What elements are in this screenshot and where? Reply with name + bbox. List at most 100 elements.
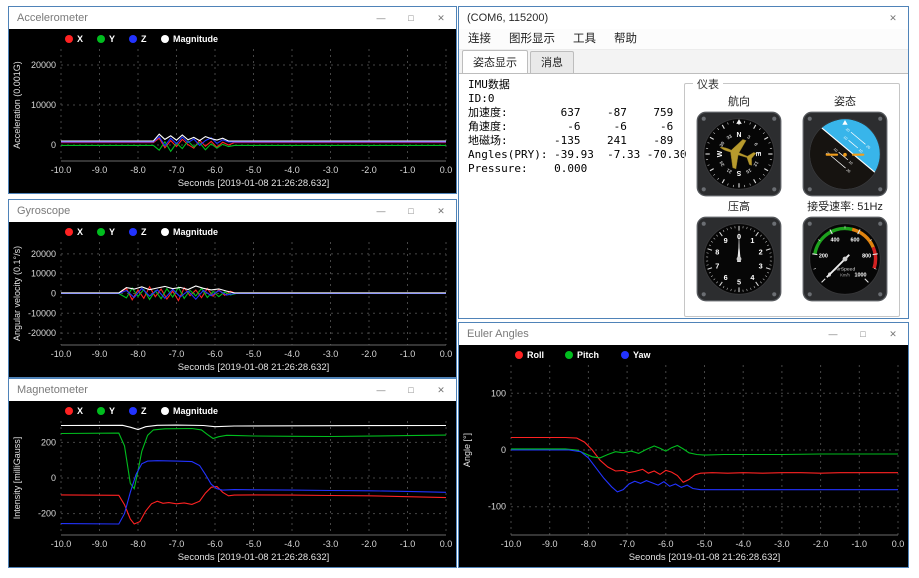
- tab-messages[interactable]: 消息: [530, 51, 574, 73]
- svg-text:Angular velocity (0.1°/s): Angular velocity (0.1°/s): [12, 246, 22, 341]
- svg-text:-10.0: -10.0: [501, 539, 522, 549]
- menu-graph-display[interactable]: 图形显示: [500, 29, 564, 49]
- svg-text:Acceleration (0.001G): Acceleration (0.001G): [12, 61, 22, 149]
- minimize-button[interactable]: —: [366, 7, 396, 29]
- desktop: { "chrome": { "minimize": "—", "maximize…: [0, 0, 919, 578]
- svg-text:-2.0: -2.0: [361, 539, 377, 549]
- svg-text:1: 1: [750, 236, 754, 245]
- euler-titlebar[interactable]: Euler Angles — □ ✕: [459, 323, 908, 345]
- maximize-button[interactable]: □: [848, 323, 878, 345]
- svg-text:20000: 20000: [31, 60, 56, 70]
- magnetometer-chart: -10.0 -9.0 -8.0 -7.0 -6.0 -5.0 -4.0 -3.0 -2.0 -1.…: [9, 401, 456, 567]
- close-button[interactable]: ✕: [426, 7, 456, 29]
- svg-text:0: 0: [51, 473, 56, 483]
- minimize-button[interactable]: —: [366, 379, 396, 401]
- svg-text:-1.0: -1.0: [400, 349, 416, 359]
- magnetometer-titlebar[interactable]: Magnetometer — □ ✕: [9, 379, 456, 401]
- svg-text:-3.0: -3.0: [323, 539, 339, 549]
- altimeter-gauge: 0123456789: [696, 216, 782, 302]
- svg-text:-2.0: -2.0: [813, 539, 829, 549]
- main-window-title: (COM6, 115200): [467, 12, 549, 24]
- svg-text:Y: Y: [109, 227, 115, 237]
- svg-text:8: 8: [715, 248, 719, 257]
- chart-canvas: -10.0 -9.0 -8.0 -7.0 -6.0 -5.0 -4.0 -3.0 -2.0 -1.…: [462, 350, 904, 563]
- svg-text:-7.0: -7.0: [169, 349, 185, 359]
- minimize-button[interactable]: —: [818, 323, 848, 345]
- svg-text:-9.0: -9.0: [92, 165, 108, 175]
- close-button[interactable]: ✕: [878, 7, 908, 29]
- heading-gauge: N 3 6 E 12 15 S 21 24 W 30 33: [696, 111, 782, 197]
- close-button[interactable]: ✕: [878, 323, 908, 345]
- svg-text:100: 100: [491, 388, 506, 398]
- maximize-button[interactable]: □: [396, 200, 426, 222]
- close-button[interactable]: ✕: [426, 379, 456, 401]
- svg-text:Angle [°]: Angle [°]: [462, 433, 472, 467]
- svg-text:-9.0: -9.0: [92, 539, 108, 549]
- svg-text:-6.0: -6.0: [207, 539, 223, 549]
- main-titlebar[interactable]: (COM6, 115200) ✕: [459, 7, 908, 29]
- attitude-gauge-label: 姿态: [834, 96, 856, 108]
- accelerometer-window: Accelerometer — □ ✕ -10.0 -9.0 -8.0 -7.0 -6.…: [8, 6, 457, 194]
- svg-text:-4.0: -4.0: [284, 539, 300, 549]
- svg-text:-100: -100: [488, 502, 506, 512]
- menu-tools[interactable]: 工具: [564, 29, 605, 49]
- svg-text:-5.0: -5.0: [246, 165, 262, 175]
- svg-text:800: 800: [862, 254, 871, 260]
- svg-text:Yaw: Yaw: [633, 350, 652, 360]
- svg-text:-20000: -20000: [28, 328, 56, 338]
- close-button[interactable]: ✕: [426, 200, 456, 222]
- svg-text:-8.0: -8.0: [130, 165, 146, 175]
- euler-angles-window: Euler Angles — □ ✕ -10.0 -9.0 -8.0 -7.0 -6.0…: [458, 322, 909, 568]
- svg-text:Magnitude: Magnitude: [173, 406, 218, 416]
- svg-text:6: 6: [724, 273, 728, 282]
- svg-text:W: W: [717, 150, 724, 157]
- airspeed-gauge: 02004006008001000AirSpeedKm/h: [802, 216, 888, 302]
- svg-text:400: 400: [831, 238, 840, 244]
- imu-data-text: IMU数据 ID:0 加速度: 637 -87 759 角速度: -6 -6 -…: [468, 78, 687, 175]
- svg-text:-1.0: -1.0: [852, 539, 868, 549]
- svg-text:Z: Z: [141, 34, 147, 44]
- svg-text:-6.0: -6.0: [658, 539, 674, 549]
- svg-text:-8.0: -8.0: [130, 349, 146, 359]
- maximize-button[interactable]: □: [396, 7, 426, 29]
- tab-attitude-display[interactable]: 姿态显示: [462, 50, 528, 73]
- svg-text:-10.0: -10.0: [51, 539, 72, 549]
- svg-text:2: 2: [759, 248, 763, 257]
- attitude-gauge: 1010101020202020: [802, 111, 888, 197]
- svg-text:Pitch: Pitch: [577, 350, 599, 360]
- svg-text:-8.0: -8.0: [130, 539, 146, 549]
- svg-text:200: 200: [41, 437, 56, 447]
- svg-text:3: 3: [759, 262, 763, 271]
- svg-text:7: 7: [715, 262, 719, 271]
- gyroscope-titlebar[interactable]: Gyroscope — □ ✕: [9, 200, 456, 222]
- gyroscope-chart: -10.0 -9.0 -8.0 -7.0 -6.0 -5.0 -4.0 -3.0 -2.0 -1.…: [9, 222, 456, 377]
- svg-text:-3.0: -3.0: [774, 539, 790, 549]
- main-window: (COM6, 115200) ✕ 连接 图形显示 工具 帮助 姿态显示 消息 I…: [458, 6, 909, 319]
- chart-canvas: -10.0 -9.0 -8.0 -7.0 -6.0 -5.0 -4.0 -3.0 -2.0 -1.…: [12, 406, 452, 563]
- window-title: Accelerometer: [17, 12, 88, 24]
- chart-canvas: -10.0 -9.0 -8.0 -7.0 -6.0 -5.0 -4.0 -3.0 -2.0 -1.…: [12, 227, 453, 373]
- svg-text:600: 600: [850, 238, 859, 244]
- svg-text:-3.0: -3.0: [323, 349, 339, 359]
- svg-text:10000: 10000: [31, 269, 56, 279]
- gyroscope-window: Gyroscope — □ ✕ -10.0 -9.0 -8.0 -7.0 -6.0 -5.…: [8, 199, 457, 378]
- accelerometer-titlebar[interactable]: Accelerometer — □ ✕: [9, 7, 456, 29]
- euler-angles-chart: -10.0 -9.0 -8.0 -7.0 -6.0 -5.0 -4.0 -3.0 -2.0 -1.…: [459, 345, 908, 567]
- svg-text:Seconds [2019-01-08 21:26:28.6: Seconds [2019-01-08 21:26:28.632]: [178, 362, 330, 373]
- svg-text:-7.0: -7.0: [619, 539, 635, 549]
- svg-text:200: 200: [819, 254, 828, 260]
- maximize-button[interactable]: □: [396, 379, 426, 401]
- menu-help[interactable]: 帮助: [605, 29, 646, 49]
- svg-text:-6.0: -6.0: [207, 165, 223, 175]
- menu-connect[interactable]: 连接: [459, 29, 500, 49]
- minimize-button[interactable]: —: [366, 200, 396, 222]
- svg-text:0.0: 0.0: [440, 349, 453, 359]
- window-title: Gyroscope: [17, 205, 71, 217]
- gauge-grid: 航向 姿态 N36E1215S2124W3033 101010102020202…: [685, 84, 899, 304]
- svg-text:-8.0: -8.0: [581, 539, 597, 549]
- svg-text:5: 5: [737, 277, 741, 286]
- svg-text:-5.0: -5.0: [697, 539, 713, 549]
- svg-text:-7.0: -7.0: [169, 539, 185, 549]
- svg-text:X: X: [77, 406, 83, 416]
- heading-gauge-label: 航向: [728, 96, 750, 108]
